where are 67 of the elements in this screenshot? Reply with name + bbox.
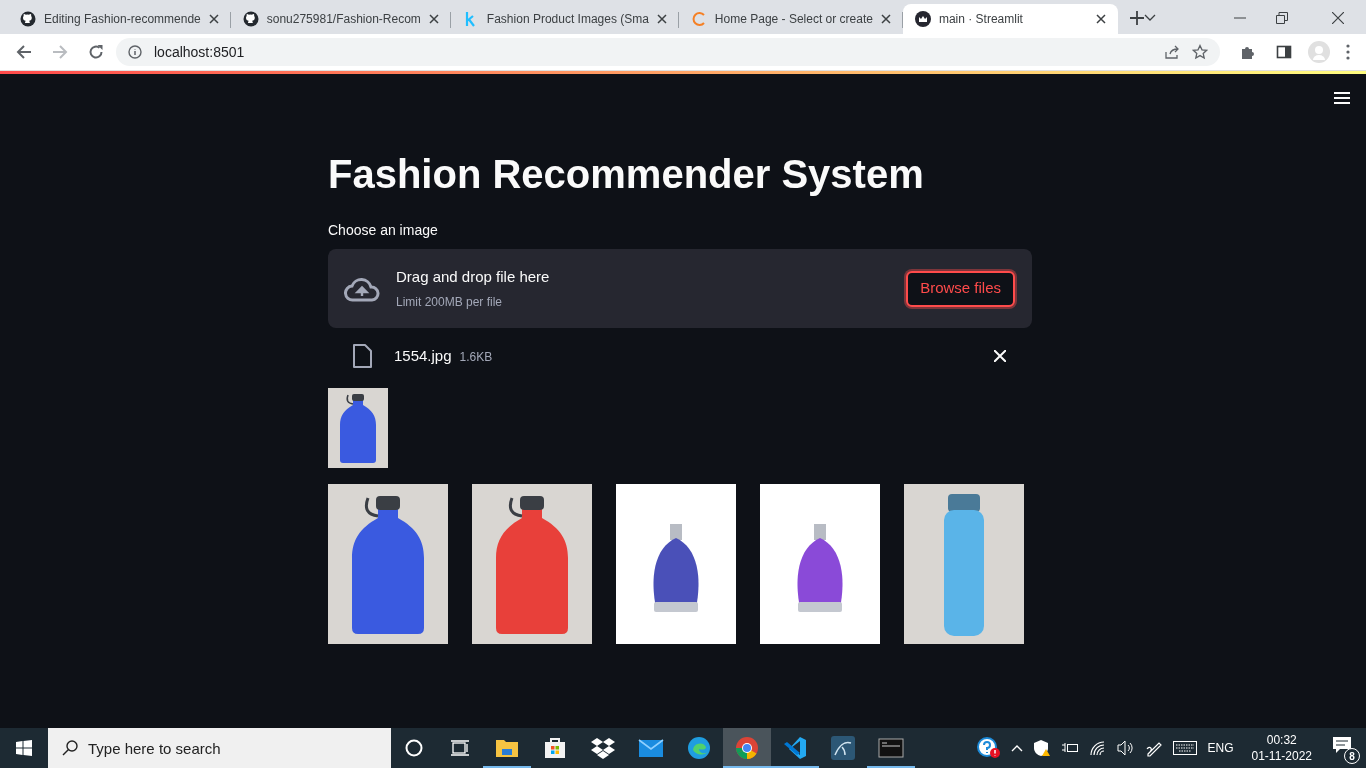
- browser-tab[interactable]: Home Page - Select or create: [678, 4, 903, 34]
- restore-icon[interactable]: [1276, 12, 1288, 24]
- new-tab-icon[interactable]: [1130, 11, 1144, 25]
- size-limit-text: Limit 200MB per file: [396, 293, 504, 311]
- battery-plug-icon[interactable]: [1061, 741, 1080, 755]
- clock-date[interactable]: 01-11-2022: [1251, 748, 1312, 764]
- more-vertical-icon[interactable]: [1346, 44, 1350, 60]
- browser-tab[interactable]: sonu275981/Fashion-Recom: [230, 4, 451, 34]
- tab-title: Fashion Product Images (Sma: [486, 11, 649, 28]
- close-icon[interactable]: [208, 14, 219, 24]
- browser-tab[interactable]: Fashion Product Images (Sma: [450, 4, 679, 34]
- close-icon[interactable]: [656, 14, 667, 24]
- cortana-circle-icon[interactable]: [405, 739, 423, 757]
- file-size: 1.6KB: [459, 348, 493, 366]
- side-panel-icon[interactable]: [1276, 44, 1292, 60]
- back-arrow-icon[interactable]: [16, 44, 32, 60]
- speaker-icon[interactable]: [1117, 740, 1136, 756]
- close-icon[interactable]: [1332, 12, 1344, 24]
- crown-icon: [914, 11, 931, 27]
- broken-ring-icon: [690, 11, 707, 27]
- file-icon: [352, 344, 372, 368]
- task-view-icon[interactable]: [451, 740, 469, 756]
- swirl-circle-icon: [686, 735, 712, 761]
- page-title: Fashion Recommender System: [328, 151, 925, 198]
- address-text: localhost:8501: [154, 42, 246, 62]
- puzzle-piece-icon[interactable]: [1240, 44, 1256, 60]
- drop-instruction: Drag and drop file here: [396, 267, 551, 288]
- chevron-down-icon[interactable]: [1144, 14, 1156, 22]
- notification-count: 8: [1344, 748, 1360, 764]
- file-drop-zone[interactable]: Drag and drop file here Limit 200MB per file Browse files: [328, 249, 1032, 328]
- github-logo-icon: [20, 11, 36, 27]
- dolphin-icon: [830, 735, 856, 761]
- clock-time[interactable]: 00:32: [1266, 732, 1297, 748]
- terminal-window-icon: [878, 735, 904, 761]
- keyboard-icon[interactable]: [1173, 741, 1198, 755]
- tab-title: main · Streamlit: [938, 11, 1024, 28]
- ribbon-icon: [782, 735, 808, 761]
- help-warning-icon[interactable]: [977, 737, 1002, 759]
- windows-start-icon[interactable]: [16, 740, 32, 756]
- file-name: 1554.jpg: [394, 345, 452, 366]
- star-icon[interactable]: [1192, 44, 1208, 60]
- tab-title: Editing Fashion-recommende: [44, 11, 201, 28]
- share-icon[interactable]: [1164, 44, 1180, 60]
- close-icon[interactable]: [428, 14, 439, 24]
- menu-icon[interactable]: [1334, 92, 1350, 104]
- open-box-icon: [590, 735, 616, 761]
- browser-tab[interactable]: Editing Fashion-recommende: [8, 4, 231, 34]
- chevron-up-icon[interactable]: [1011, 744, 1024, 752]
- tab-title: Home Page - Select or create: [714, 11, 873, 28]
- close-icon[interactable]: [1096, 14, 1106, 24]
- tab-title: sonu275981/Fashion-Recom: [266, 11, 421, 28]
- tricolor-circle-icon: [734, 735, 760, 761]
- taskbar-search-field[interactable]: Type here to search: [48, 728, 391, 768]
- browse-files-button[interactable]: Browse files: [906, 270, 1015, 307]
- browser-tab[interactable]: main · Streamlit: [902, 4, 1118, 34]
- github-logo-icon: [242, 11, 259, 27]
- shield-warning-icon[interactable]: [1033, 739, 1052, 757]
- info-icon: [128, 45, 142, 59]
- shopping-bag-icon: [542, 735, 568, 761]
- uploader-label: Choose an image: [328, 221, 439, 240]
- close-icon[interactable]: [880, 14, 891, 24]
- address-bar[interactable]: localhost:8501: [116, 38, 1220, 66]
- language-indicator[interactable]: ENG: [1207, 739, 1234, 757]
- notification-icon[interactable]: [1332, 736, 1352, 754]
- search-icon: [62, 740, 78, 756]
- reload-icon[interactable]: [88, 44, 104, 60]
- cloud-upload-icon: [344, 275, 380, 302]
